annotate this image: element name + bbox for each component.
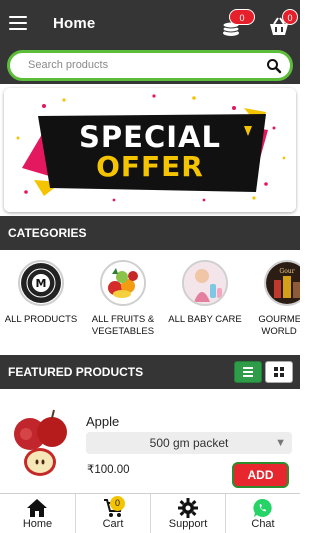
cart-nav-badge: 0: [110, 496, 125, 511]
list-view-button[interactable]: [234, 361, 262, 383]
dropdown-arrow-icon: ▼: [275, 437, 286, 449]
coins-count-badge: 0: [229, 9, 255, 25]
product-price: ₹100.00: [87, 464, 130, 476]
variant-select[interactable]: 500 gm packet ▼: [86, 432, 292, 454]
search-box: [7, 50, 293, 81]
category-label: GOURMET & WORLD FO: [246, 314, 300, 338]
category-label: ALL BABY CARE: [168, 314, 242, 325]
cart-count-badge: 0: [282, 9, 298, 25]
featured-products-title: FEATURED PRODUCTS: [8, 365, 144, 379]
product-card[interactable]: Apple 500 gm packet ▼ ₹100.00 ADD: [2, 402, 298, 492]
search-icon[interactable]: [266, 58, 282, 74]
baby-care-icon: [182, 260, 228, 306]
whatsapp-icon: [253, 498, 272, 517]
product-name[interactable]: Apple: [86, 414, 119, 429]
category-label: ALL PRODUCTS: [4, 314, 78, 325]
nav-home[interactable]: Home: [0, 494, 75, 533]
categories-header: CATEGORIES: [0, 216, 300, 250]
apple-product-image[interactable]: [4, 404, 80, 484]
categories-row[interactable]: M ALL PRODUCTS ALL FRUITS & VEGETABLES A…: [0, 250, 300, 352]
nav-chat[interactable]: Chat: [225, 494, 300, 533]
category-fruits-vegetables[interactable]: ALL FRUITS & VEGETABLES: [82, 260, 164, 338]
category-label-line2: VEGETABLES: [91, 326, 155, 337]
app-header: Home: [0, 0, 300, 48]
nav-home-label: Home: [22, 518, 53, 530]
variant-value: 500 gm packet: [149, 436, 229, 450]
banner-line2: OFFER: [96, 150, 204, 183]
special-offer-banner[interactable]: SPECIAL OFFER: [4, 88, 296, 212]
app-screen: Home 0 0 Search products SPECIAL OFFER C…: [0, 0, 300, 533]
nav-support[interactable]: Support: [150, 494, 225, 533]
category-label-line1: ALL FRUITS &: [91, 314, 155, 325]
nav-cart-label: Cart: [102, 518, 124, 530]
bottom-navigation: Home Cart Support Chat: [0, 493, 300, 533]
hamburger-menu-icon[interactable]: [9, 16, 27, 30]
all-products-logo-icon: M: [18, 260, 64, 306]
grid-view-button[interactable]: [265, 361, 293, 383]
page-title: Home: [53, 15, 96, 32]
categories-title: CATEGORIES: [8, 226, 87, 240]
add-to-cart-button[interactable]: ADD: [232, 462, 289, 488]
svg-text:Gour: Gour: [279, 268, 294, 275]
category-gourmet[interactable]: Gour GOURMET & WORLD FO: [246, 260, 300, 338]
gourmet-food-icon: Gour: [264, 260, 300, 306]
svg-text:M: M: [36, 277, 47, 290]
search-bar-container: [0, 48, 300, 84]
category-baby-care[interactable]: ALL BABY CARE: [164, 260, 246, 326]
list-view-icon: [243, 367, 253, 377]
gear-icon: [178, 498, 198, 518]
home-icon: [27, 499, 47, 517]
fruits-vegetables-icon: [100, 260, 146, 306]
banner-line1: SPECIAL: [79, 120, 221, 154]
category-label-line2: WORLD FO: [261, 326, 300, 337]
category-all-products[interactable]: M ALL PRODUCTS: [0, 260, 82, 326]
category-label: ALL FRUITS & VEGETABLES: [82, 314, 164, 338]
nav-support-label: Support: [168, 518, 208, 530]
category-label-line1: GOURMET &: [258, 314, 300, 325]
grid-view-icon: [274, 367, 284, 377]
nav-chat-label: Chat: [251, 518, 275, 530]
search-input[interactable]: [28, 59, 258, 71]
